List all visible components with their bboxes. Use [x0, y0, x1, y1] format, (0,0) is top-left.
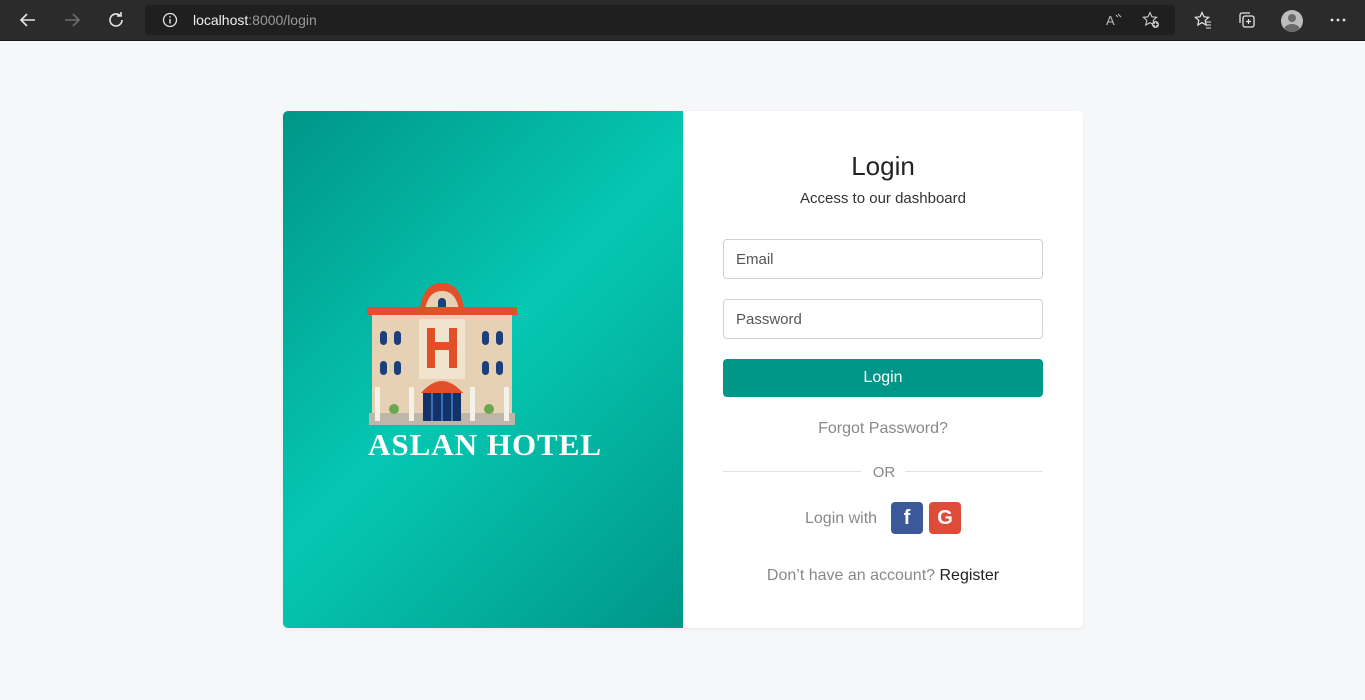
or-separator: OR: [872, 464, 896, 481]
brand-name: ASLAN HOTEL: [368, 427, 603, 462]
email-field[interactable]: [723, 239, 1043, 279]
page-subtitle: Access to our dashboard: [800, 190, 966, 207]
page-title: Login: [851, 151, 915, 181]
favorites-icon[interactable]: [1189, 6, 1217, 34]
forward-arrow-icon[interactable]: [58, 6, 86, 34]
back-arrow-icon[interactable]: [14, 6, 42, 34]
address-bar[interactable]: localhost:8000/login A: [145, 5, 1175, 35]
refresh-icon[interactable]: [102, 6, 130, 34]
password-field[interactable]: [723, 299, 1043, 339]
read-aloud-icon[interactable]: A: [1105, 11, 1123, 29]
brand-panel: ASLAN HOTEL: [283, 111, 683, 628]
register-prompt: Don’t have an account? Register: [683, 567, 1083, 585]
svg-text:A: A: [1106, 13, 1115, 28]
google-icon: G: [937, 506, 953, 529]
no-account-text: Don’t have an account?: [766, 567, 936, 584]
collections-icon[interactable]: [1233, 6, 1261, 34]
facebook-icon: f: [903, 506, 911, 529]
url-text: localhost:8000/login: [193, 12, 317, 28]
info-icon[interactable]: [162, 12, 178, 33]
register-link[interactable]: Register: [940, 567, 1000, 584]
forgot-password-link[interactable]: Forgot Password?: [683, 420, 1083, 438]
divider-right: [905, 471, 1043, 472]
profile-avatar[interactable]: [1281, 10, 1303, 32]
browser-toolbar: localhost:8000/login A: [0, 0, 1365, 41]
url-path: :8000/login: [248, 12, 317, 28]
login-button[interactable]: Login: [723, 359, 1043, 397]
login-with-label: Login with: [805, 510, 878, 527]
google-login-button[interactable]: G: [929, 502, 961, 534]
url-host: localhost: [193, 12, 249, 28]
divider-left: [723, 471, 861, 472]
add-favorite-icon[interactable]: [1142, 11, 1160, 29]
hotel-logo: [367, 283, 517, 425]
login-form-panel: Login Access to our dashboard Login Forg…: [683, 111, 1083, 628]
more-icon[interactable]: [1324, 6, 1352, 34]
facebook-login-button[interactable]: f: [891, 502, 923, 534]
login-card: ASLAN HOTEL Login Access to our dashboar…: [283, 111, 1083, 628]
